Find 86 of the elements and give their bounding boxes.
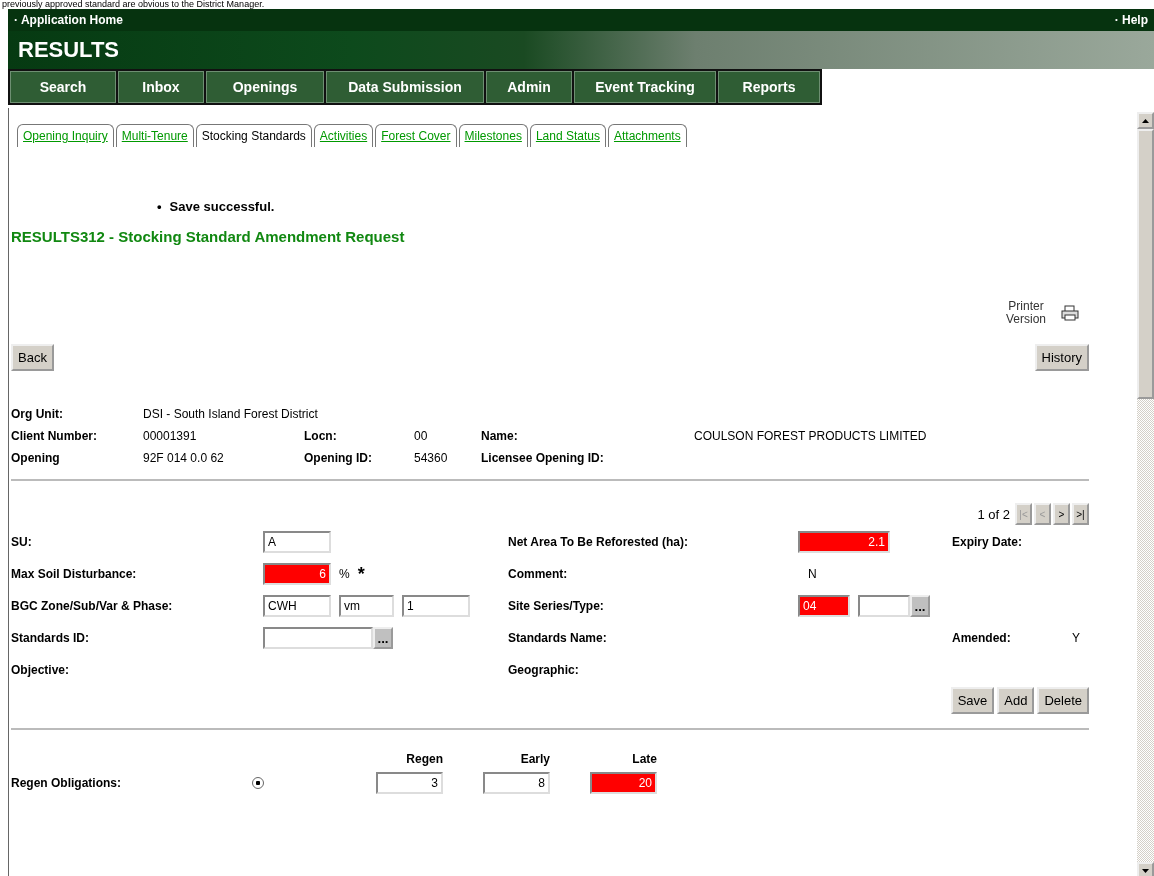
field-label: Expiry Date: bbox=[952, 535, 1024, 549]
input-field[interactable]: 04 bbox=[798, 595, 850, 617]
page-count: 1 of 2 bbox=[977, 506, 1010, 522]
tab[interactable]: Land Status bbox=[529, 124, 606, 147]
field-label: Opening bbox=[11, 451, 61, 465]
radio-button[interactable] bbox=[252, 777, 264, 789]
field-label: Max Soil Disturbance: bbox=[11, 567, 138, 581]
field-label: Amended: bbox=[952, 631, 1012, 645]
menu-item[interactable]: Data Submission bbox=[326, 71, 484, 103]
page-title: RESULTS312 - Stocking Standard Amendment Request bbox=[11, 228, 406, 245]
required-mark: * bbox=[357, 563, 365, 585]
input-field[interactable]: 20 bbox=[590, 772, 657, 794]
tab[interactable]: Multi-Tenure bbox=[115, 124, 194, 147]
field-label: Regen Obligations: bbox=[11, 776, 122, 790]
field-label: BGC Zone/Sub/Var & Phase: bbox=[11, 599, 174, 613]
field-label: Locn: bbox=[304, 429, 338, 443]
menu-item[interactable]: Reports bbox=[718, 71, 820, 103]
field-value: Y bbox=[1072, 631, 1080, 645]
scroll-down-button[interactable] bbox=[1137, 862, 1154, 876]
bullet-text: • bbox=[157, 199, 162, 214]
tab[interactable]: Stocking Standards bbox=[195, 124, 312, 147]
input-field[interactable]: 3 bbox=[376, 772, 443, 794]
input-field[interactable] bbox=[263, 627, 373, 649]
action-button[interactable]: Add bbox=[997, 687, 1035, 714]
menu-item[interactable]: Search bbox=[10, 71, 116, 103]
field-label: Objective: bbox=[11, 663, 71, 677]
success-message: Save successful. bbox=[169, 199, 275, 214]
history-button[interactable]: History bbox=[1034, 344, 1089, 371]
field-value: 92F 014 0.0 62 bbox=[143, 451, 225, 465]
pager-button[interactable]: >| bbox=[1072, 503, 1089, 525]
action-button[interactable]: Delete bbox=[1037, 687, 1089, 714]
field-label: Geographic: bbox=[508, 663, 580, 677]
menu-item[interactable]: Inbox bbox=[118, 71, 204, 103]
tab[interactable]: Attachments bbox=[607, 124, 687, 147]
field-label: Opening ID: bbox=[304, 451, 373, 465]
printer-link[interactable]: Printer Version bbox=[1001, 300, 1051, 326]
input-field[interactable]: vm bbox=[339, 595, 394, 617]
caption-text: previously approved standard are obvious to the District Manager. bbox=[1, 0, 266, 9]
field-label: Site Series/Type: bbox=[508, 599, 605, 613]
back-button[interactable]: Back bbox=[11, 344, 54, 371]
tab[interactable]: Activities bbox=[313, 124, 374, 147]
field-label: Standards ID: bbox=[11, 631, 90, 645]
input-field[interactable] bbox=[858, 595, 910, 617]
input-field[interactable]: 2.1 bbox=[798, 531, 890, 553]
field-value: 00001391 bbox=[143, 429, 198, 443]
printer-icon[interactable] bbox=[1061, 305, 1079, 321]
field-value: N bbox=[808, 567, 817, 581]
input-field[interactable]: 1 bbox=[402, 595, 470, 617]
lookup-button[interactable]: ... bbox=[910, 595, 930, 617]
tab[interactable]: Milestones bbox=[458, 124, 528, 147]
action-button[interactable]: Save bbox=[950, 687, 995, 714]
field-label: Org Unit: bbox=[11, 407, 64, 421]
menu-item[interactable]: Admin bbox=[486, 71, 572, 103]
field-value: 54360 bbox=[414, 451, 449, 465]
menu-item[interactable]: Event Tracking bbox=[574, 71, 716, 103]
field-label: Standards Name: bbox=[508, 631, 608, 645]
scroll-thumb[interactable] bbox=[1137, 129, 1154, 399]
field-label: SU: bbox=[11, 535, 33, 549]
up-arrow-icon bbox=[1142, 118, 1149, 123]
column-header: Regen bbox=[405, 752, 443, 766]
field-label: Comment: bbox=[508, 567, 569, 581]
input-field[interactable]: 8 bbox=[483, 772, 550, 794]
help-link[interactable]: · Help bbox=[1114, 13, 1148, 27]
field-label: Client Number: bbox=[11, 429, 98, 443]
scroll-up-button[interactable] bbox=[1137, 112, 1154, 129]
home-link[interactable]: · Application Home bbox=[14, 13, 123, 27]
field-value: COULSON FOREST PRODUCTS LIMITED bbox=[694, 429, 928, 443]
unit-text: % bbox=[339, 567, 350, 581]
menu-item[interactable]: Openings bbox=[206, 71, 324, 103]
field-value: 00 bbox=[414, 429, 429, 443]
tab[interactable]: Opening Inquiry bbox=[17, 124, 114, 147]
field-value: DSI - South Island Forest District bbox=[143, 407, 319, 421]
input-field[interactable]: A bbox=[263, 531, 331, 553]
field-label: Net Area To Be Reforested (ha): bbox=[508, 535, 690, 549]
field-label: Name: bbox=[481, 429, 519, 443]
input-field[interactable]: CWH bbox=[263, 595, 331, 617]
app-title: RESULTS bbox=[18, 37, 120, 63]
scrollbar[interactable] bbox=[1137, 112, 1154, 876]
input-field[interactable]: 6 bbox=[263, 563, 331, 585]
column-header: Late bbox=[631, 752, 657, 766]
lookup-button[interactable]: ... bbox=[373, 627, 393, 649]
pager-button[interactable]: > bbox=[1053, 503, 1070, 525]
down-arrow-icon bbox=[1142, 868, 1149, 873]
column-header: Early bbox=[519, 752, 550, 766]
field-label: Licensee Opening ID: bbox=[481, 451, 605, 465]
tab[interactable]: Forest Cover bbox=[375, 124, 457, 147]
